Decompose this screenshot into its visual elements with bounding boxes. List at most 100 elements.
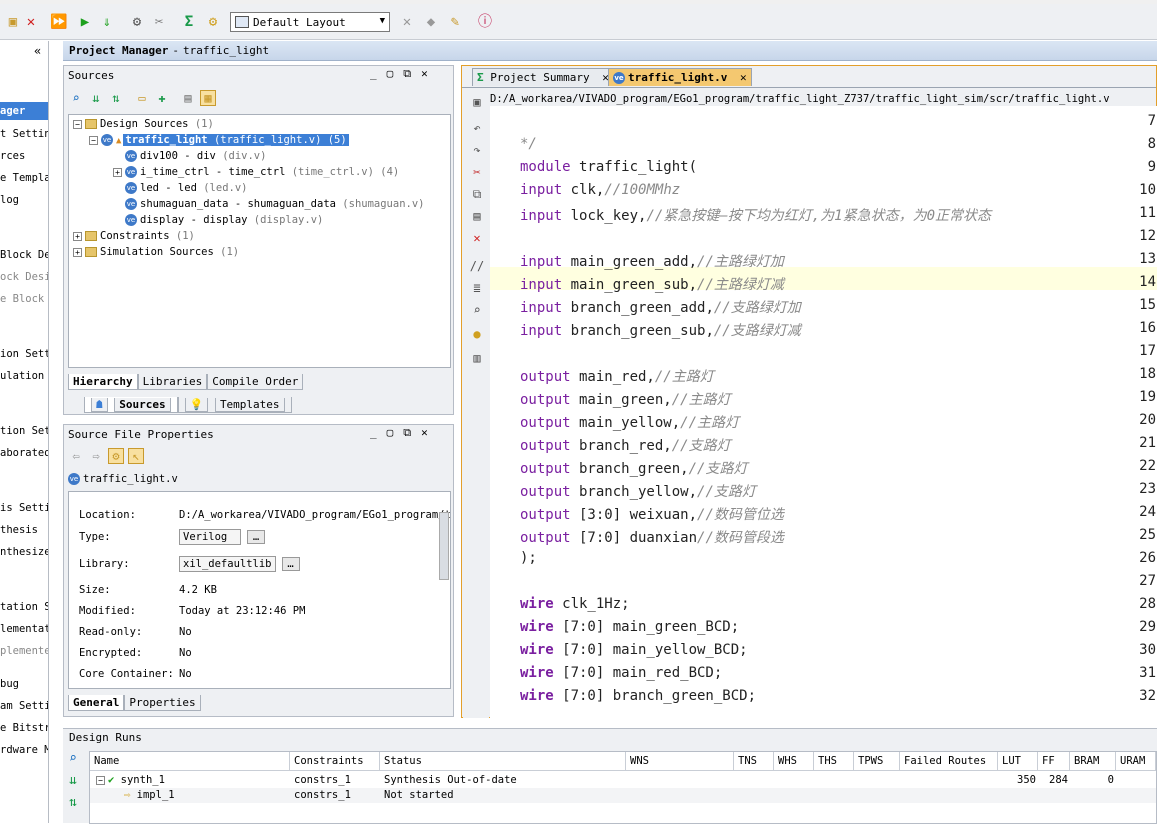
library-browse-button[interactable]: … xyxy=(281,557,300,571)
code-line[interactable]: input branch_green_sub,//支路绿灯减 xyxy=(520,320,801,340)
delete-icon[interactable]: ✕ xyxy=(22,13,40,31)
type-browse-button[interactable]: … xyxy=(247,530,265,544)
select-icon[interactable]: ↖ xyxy=(128,448,144,464)
col-lut[interactable]: LUT xyxy=(998,752,1038,770)
tab-properties[interactable]: Properties xyxy=(124,695,201,711)
help-icon[interactable]: ⓘ xyxy=(476,13,494,31)
flow-item[interactable]: rdware M xyxy=(0,744,48,756)
impl-row-name[interactable]: ⇨ impl_1 xyxy=(120,788,175,803)
collapse-icon[interactable]: « xyxy=(34,44,41,58)
code-line[interactable]: input main_green_add,//主路绿灯加 xyxy=(520,251,784,271)
flow-item[interactable]: tation S xyxy=(0,601,48,613)
flow-item[interactable]: aborated xyxy=(0,447,48,459)
code-line[interactable]: output [7:0] duanxian//数码管段选 xyxy=(520,527,784,547)
search-icon[interactable]: ⌕ xyxy=(69,751,77,766)
flow-item[interactable]: e Bitstre xyxy=(0,722,48,734)
code-line[interactable]: wire clk_1Hz; xyxy=(520,596,630,612)
add-sources-icon[interactable]: ✚ xyxy=(154,90,170,106)
code-line[interactable]: wire [7:0] branch_green_BCD; xyxy=(520,688,756,704)
code-line[interactable]: module traffic_light( xyxy=(520,159,697,175)
flow-item-project-manager[interactable]: ager xyxy=(0,102,48,120)
flow-item[interactable]: thesis xyxy=(0,524,38,536)
code-line[interactable]: output main_green,//主路灯 xyxy=(520,389,731,409)
table-row[interactable]: − ✔ synth_1 xyxy=(92,773,165,788)
expand-all-icon[interactable]: ⇅ xyxy=(108,90,124,106)
flow-item[interactable]: log xyxy=(0,194,19,206)
copy-icon[interactable]: ▣ xyxy=(4,13,22,31)
tree-node-design-sources[interactable]: − Design Sources (1) xyxy=(73,116,214,132)
tab-traffic-light-v[interactable]: ve traffic_light.v ✕ xyxy=(608,68,752,86)
tab-hierarchy[interactable]: Hierarchy xyxy=(68,374,138,390)
col-constraints[interactable]: Constraints xyxy=(290,752,380,770)
minimize-icon[interactable]: _ xyxy=(370,67,377,81)
copy-icon[interactable]: ⧉ xyxy=(469,186,485,202)
tree-node-constraints[interactable]: + Constraints (1) xyxy=(73,228,195,244)
code-line[interactable]: wire [7:0] main_yellow_BCD; xyxy=(520,642,748,658)
library-field[interactable]: xil_defaultlib xyxy=(179,556,276,572)
code-line[interactable]: output main_yellow,//主路灯 xyxy=(520,412,739,432)
col-whs[interactable]: WHS xyxy=(774,752,814,770)
code-line[interactable]: */ xyxy=(520,136,537,152)
sigma-icon[interactable]: Σ xyxy=(180,13,198,31)
flow-item[interactable]: bug xyxy=(0,678,19,690)
tab-libraries[interactable]: Libraries xyxy=(137,374,208,390)
properties-icon[interactable]: ▦ xyxy=(200,90,216,106)
float-icon[interactable]: ⧉ xyxy=(403,426,411,440)
code-line[interactable]: ); xyxy=(520,550,537,566)
collapse-all-icon[interactable]: ⇊ xyxy=(88,90,104,106)
code-line[interactable]: output branch_red,//支路灯 xyxy=(520,435,731,455)
float-icon[interactable]: ⧉ xyxy=(403,67,411,81)
close-icon[interactable]: ✕ xyxy=(421,67,428,81)
flow-item[interactable]: ulation xyxy=(0,370,44,382)
flow-item[interactable]: e Templat xyxy=(0,172,48,184)
tab-sources[interactable]: ☗ Sources xyxy=(84,397,178,413)
col-ff[interactable]: FF xyxy=(1038,752,1070,770)
col-tns[interactable]: TNS xyxy=(734,752,774,770)
tab-project-summary[interactable]: Σ Project Summary ✕ xyxy=(472,68,614,86)
back-arrow-icon[interactable]: ⇦ xyxy=(68,448,84,464)
close-icon[interactable]: ✕ xyxy=(740,71,747,84)
templates-icon[interactable]: ▥ xyxy=(469,350,485,366)
col-status[interactable]: Status xyxy=(380,752,626,770)
flow-item[interactable]: t Settings xyxy=(0,128,48,140)
flow-item[interactable]: nthesized xyxy=(0,546,48,558)
minimize-icon[interactable]: _ xyxy=(370,426,377,440)
find-icon[interactable]: ⌕ xyxy=(469,302,485,318)
maximize-icon[interactable]: ▢ xyxy=(387,67,394,81)
maximize-icon[interactable]: ▢ xyxy=(387,426,394,440)
paste-icon[interactable]: ▤ xyxy=(469,208,485,224)
tree-node-display[interactable]: ve display - display (display.v) xyxy=(125,212,323,228)
col-tpws[interactable]: TPWS xyxy=(854,752,900,770)
tree-node-traffic-light[interactable]: − ve ▲ traffic_light (traffic_light.v) (5) xyxy=(89,132,349,148)
col-bram[interactable]: BRAM xyxy=(1070,752,1116,770)
code-line[interactable]: wire [7:0] main_red_BCD; xyxy=(520,665,722,681)
run-icon[interactable]: ▶ xyxy=(76,13,94,31)
flow-item[interactable]: lementat xyxy=(0,623,48,635)
run-all-icon[interactable]: ⇓ xyxy=(98,13,116,31)
flow-item[interactable]: ion Setti xyxy=(0,348,48,360)
flow-item[interactable]: ock Desig xyxy=(0,271,48,283)
tools-icon[interactable]: ✂ xyxy=(150,13,168,31)
tab-templates[interactable]: 💡 Templates xyxy=(177,397,292,413)
code-line[interactable]: input clk,//100MMhz xyxy=(520,182,680,198)
flow-item[interactable]: tion Sett xyxy=(0,425,48,437)
open-folder-icon[interactable]: ▭ xyxy=(134,90,150,106)
lightbulb-icon[interactable]: ● xyxy=(469,326,485,342)
code-line[interactable]: input main_green_sub,//主路绿灯减 xyxy=(520,274,784,294)
document-icon[interactable]: ▤ xyxy=(180,90,196,106)
forward-arrow-icon[interactable]: ⇨ xyxy=(88,448,104,464)
code-line[interactable]: wire [7:0] main_green_BCD; xyxy=(520,619,739,635)
auto-update-icon[interactable]: ⚙ xyxy=(108,448,124,464)
code-line[interactable]: output branch_green,//支路灯 xyxy=(520,458,747,478)
cut-icon[interactable]: ✂ xyxy=(469,164,485,180)
redo-icon[interactable]: ↷ xyxy=(469,142,485,158)
tree-node-led[interactable]: ve led - led (led.v) xyxy=(125,180,248,196)
layout-dropdown[interactable]: Default Layout ▼ xyxy=(230,12,390,32)
col-ths[interactable]: THS xyxy=(814,752,854,770)
col-name[interactable]: Name xyxy=(90,752,290,770)
type-field[interactable]: Verilog xyxy=(179,529,241,545)
code-line[interactable]: output [3:0] weixuan,//数码管位选 xyxy=(520,504,784,524)
flow-item[interactable]: plemented xyxy=(0,645,48,657)
tab-general[interactable]: General xyxy=(68,695,125,711)
col-wns[interactable]: WNS xyxy=(626,752,734,770)
